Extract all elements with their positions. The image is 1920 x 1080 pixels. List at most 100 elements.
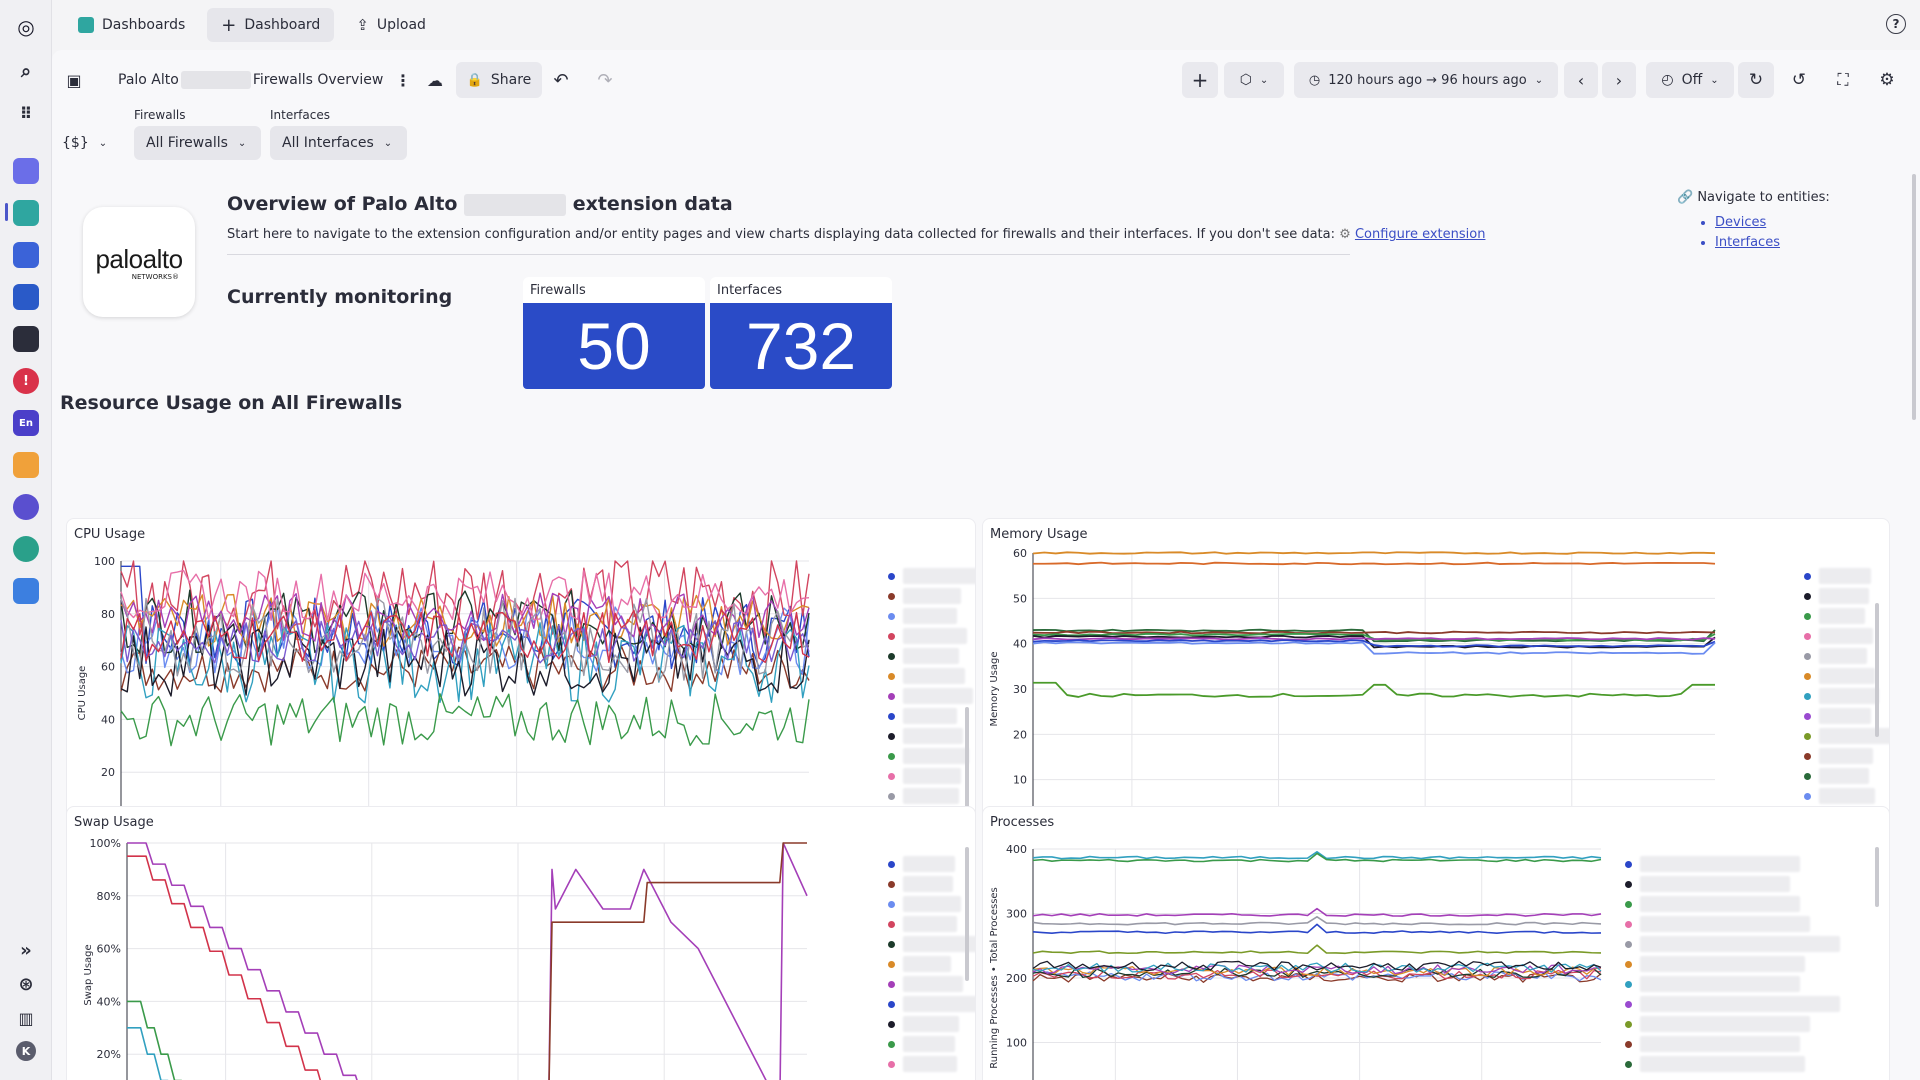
app-icon-11[interactable] — [13, 578, 39, 604]
legend-item[interactable] — [1625, 916, 1810, 932]
legend-item[interactable] — [1804, 708, 1871, 724]
legend-item[interactable] — [888, 748, 969, 764]
fullscreen-icon[interactable]: ⛶ — [1826, 62, 1860, 98]
legend-item[interactable] — [1625, 956, 1805, 972]
legend-item[interactable] — [888, 588, 961, 604]
dynatrace-logo-icon[interactable]: ◎ — [13, 14, 39, 40]
interfaces-filter-select[interactable]: All Interfaces ⌄ — [270, 126, 407, 160]
legend-item[interactable] — [888, 608, 957, 624]
cpu-usage-tile[interactable]: CPU Usage 10080604020006 PMApr 1906 AM12… — [66, 518, 976, 854]
dashboards-app-icon[interactable] — [13, 200, 39, 226]
legend-item[interactable] — [888, 648, 959, 664]
legend-item[interactable] — [1625, 936, 1840, 952]
app-icon-3[interactable] — [13, 242, 39, 268]
apps-grid-icon[interactable]: ⠿ — [13, 100, 39, 126]
interfaces-link[interactable]: Interfaces — [1715, 235, 1830, 250]
legend-item[interactable] — [1625, 876, 1790, 892]
legend-item[interactable] — [1625, 1056, 1805, 1072]
legend-item[interactable] — [1804, 748, 1873, 764]
more-options-icon[interactable]: ⋮ — [388, 62, 418, 98]
interfaces-kpi-tile[interactable]: Interfaces 732 — [710, 277, 892, 389]
new-dashboard-button[interactable]: + Dashboard — [207, 8, 335, 42]
legend-item[interactable] — [1625, 976, 1800, 992]
legend-item[interactable] — [888, 1016, 959, 1032]
app-icon-5[interactable] — [13, 326, 39, 352]
add-tile-button[interactable]: + — [1182, 62, 1218, 98]
legend-item[interactable] — [1804, 568, 1871, 584]
share-button[interactable]: 🔒 Share — [456, 62, 542, 98]
firewalls-kpi-tile[interactable]: Firewalls 50 — [523, 277, 705, 389]
legend-item[interactable] — [1804, 788, 1875, 804]
legend-item[interactable] — [1804, 628, 1873, 644]
devices-link[interactable]: Devices — [1715, 215, 1830, 230]
app-icon-en[interactable]: En — [13, 410, 39, 436]
legend-item[interactable] — [888, 788, 959, 804]
legend-item[interactable] — [888, 568, 975, 584]
timeframe-prev-button[interactable]: ‹ — [1564, 62, 1598, 98]
legend-item[interactable] — [888, 1056, 957, 1072]
sidebar-toggle-icon[interactable]: ▣ — [60, 62, 88, 98]
legend-item[interactable] — [888, 668, 965, 684]
legend-item[interactable] — [888, 728, 963, 744]
segments-button[interactable]: ⬡ ⌄ — [1224, 62, 1284, 98]
legend-item[interactable] — [888, 916, 957, 932]
legend-item[interactable] — [1625, 896, 1800, 912]
legend-scrollbar[interactable] — [1875, 603, 1879, 737]
legend-item[interactable] — [1804, 588, 1869, 604]
legend-item[interactable] — [1625, 856, 1800, 872]
app-icon-8[interactable] — [13, 452, 39, 478]
help-icon[interactable]: ? — [1886, 14, 1906, 34]
legend-item[interactable] — [888, 1036, 955, 1052]
legend-item[interactable] — [1804, 668, 1875, 684]
swap-usage-tile[interactable]: Swap Usage 100%80%60%40%20%0%Swap Usage … — [66, 806, 976, 1080]
user-avatar[interactable]: K — [16, 1041, 36, 1061]
configure-extension-link[interactable]: Configure extension — [1355, 227, 1486, 242]
legend-item[interactable] — [888, 688, 973, 704]
legend-item[interactable] — [1804, 608, 1865, 624]
app-icon-1[interactable] — [13, 158, 39, 184]
processes-tile[interactable]: Processes 4003002001000Running Processes… — [982, 806, 1890, 1080]
chart-legend[interactable] — [1625, 845, 1855, 1080]
legend-item[interactable] — [888, 896, 961, 912]
legend-item[interactable] — [1625, 996, 1840, 1012]
legend-item[interactable] — [1804, 688, 1879, 704]
dashboard-title[interactable]: Palo Alto Firewalls Overview — [118, 62, 428, 98]
legend-scrollbar[interactable] — [965, 847, 969, 981]
problems-app-icon[interactable]: ! — [13, 368, 39, 394]
app-icon-9[interactable] — [13, 494, 39, 520]
history-icon[interactable]: ↺ — [1782, 62, 1816, 98]
search-icon[interactable]: ⌕ — [13, 58, 39, 84]
legend-item[interactable] — [888, 976, 963, 992]
firewalls-filter-select[interactable]: All Firewalls ⌄ — [134, 126, 261, 160]
app-icon-10[interactable] — [13, 536, 39, 562]
legend-item[interactable] — [888, 628, 967, 644]
timeframe-selector[interactable]: ◷ 120 hours ago → 96 hours ago ⌄ — [1294, 62, 1558, 98]
variables-menu-button[interactable]: {$} ⌄ — [56, 126, 113, 160]
legend-item[interactable] — [888, 856, 955, 872]
cloud-sync-icon[interactable]: ☁ — [420, 62, 450, 98]
settings-gear-icon[interactable]: ⚙ — [1870, 62, 1904, 98]
legend-item[interactable] — [888, 996, 975, 1012]
legend-item[interactable] — [1804, 768, 1869, 784]
redo-icon[interactable]: ↷ — [590, 62, 620, 98]
dashboards-button[interactable]: Dashboards — [64, 8, 199, 42]
upload-button[interactable]: ⇪ Upload — [342, 8, 440, 42]
chart-legend[interactable] — [822, 557, 975, 847]
legend-item[interactable] — [888, 708, 957, 724]
page-scrollbar[interactable] — [1912, 174, 1916, 420]
app-icon-4[interactable] — [13, 284, 39, 310]
support-icon[interactable]: ⊛ — [13, 971, 39, 997]
chart-legend[interactable] — [1738, 557, 1889, 847]
legend-item[interactable] — [888, 936, 975, 952]
expand-rail-icon[interactable]: » — [13, 937, 39, 963]
refresh-button[interactable]: ↻ — [1738, 62, 1774, 98]
usage-chart-icon[interactable]: ▥ — [13, 1005, 39, 1031]
legend-item[interactable] — [888, 956, 951, 972]
legend-item[interactable] — [1804, 648, 1867, 664]
memory-usage-tile[interactable]: Memory Usage 605040302010006 PMApr 1906 … — [982, 518, 1890, 854]
legend-scrollbar[interactable] — [1875, 847, 1879, 907]
legend-item[interactable] — [888, 768, 961, 784]
timeframe-next-button[interactable]: › — [1602, 62, 1636, 98]
legend-item[interactable] — [888, 876, 953, 892]
legend-item[interactable] — [1625, 1016, 1810, 1032]
